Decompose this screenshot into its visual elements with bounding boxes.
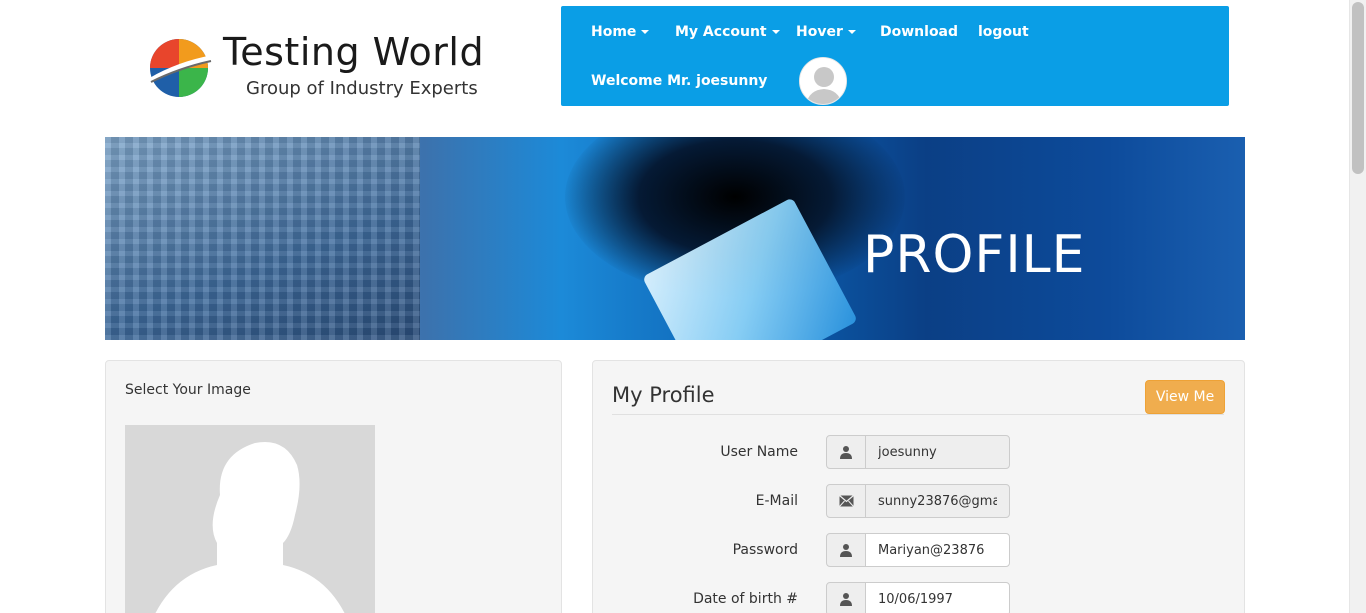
banner-person-image [105,137,420,340]
image-select-panel: Select Your Image [105,360,562,613]
nav-logout[interactable]: logout [978,24,1029,40]
password-row: Password [593,533,1246,569]
user-icon [826,582,866,613]
my-profile-heading: My Profile [612,383,715,407]
chevron-down-icon [771,30,780,34]
logo-tagline: Group of Industry Experts [246,78,478,99]
profile-banner: PROFILE [105,137,1245,340]
email-input-group [826,484,1010,518]
nav-my-account-label: My Account [675,24,767,40]
welcome-message: Welcome Mr. joesunny [591,73,768,89]
site-logo[interactable]: Testing World Group of Industry Experts [145,30,505,106]
nav-hover-label: Hover [796,24,843,40]
username-label: User Name [720,444,798,460]
avatar-silhouette-icon [800,58,846,104]
dob-field[interactable] [865,582,1010,613]
profile-image-placeholder[interactable] [125,425,375,613]
globe-logo-icon [149,39,212,97]
my-profile-panel: My Profile View Me User Name E-Mail Pass… [592,360,1245,613]
nav-hover[interactable]: Hover [796,24,856,40]
nav-download-label: Download [880,24,959,40]
top-navigation: Home My Account Hover Download logout We… [561,6,1229,106]
password-input-group [826,533,1010,567]
nav-my-account[interactable]: My Account [675,24,780,40]
email-label: E-Mail [755,493,798,509]
username-input-group [826,435,1010,469]
view-me-button[interactable]: View Me [1145,380,1225,414]
password-label: Password [732,542,798,558]
person-silhouette-icon [125,425,375,613]
username-row: User Name [593,435,1246,471]
user-icon [826,533,866,567]
username-field[interactable] [865,435,1010,469]
chevron-down-icon [641,30,650,34]
scrollbar-thumb[interactable] [1352,2,1364,174]
select-image-label: Select Your Image [125,382,251,398]
nav-logout-label: logout [978,24,1029,40]
envelope-icon [826,484,866,518]
dob-label: Date of birth # [693,591,798,607]
nav-home[interactable]: Home [591,24,650,40]
logo-brand-text: Testing World [223,30,485,74]
password-field[interactable] [865,533,1010,567]
user-icon [826,435,866,469]
email-field[interactable] [865,484,1010,518]
page-scrollbar[interactable] [1349,0,1366,613]
email-row: E-Mail [593,484,1246,520]
nav-download[interactable]: Download [880,24,958,40]
user-avatar[interactable] [799,57,847,105]
dob-row: Date of birth # [593,582,1246,613]
nav-home-label: Home [591,24,637,40]
banner-title: PROFILE [863,225,1086,285]
heading-divider [612,414,1224,415]
chevron-down-icon [847,30,856,34]
dob-input-group [826,582,1010,613]
